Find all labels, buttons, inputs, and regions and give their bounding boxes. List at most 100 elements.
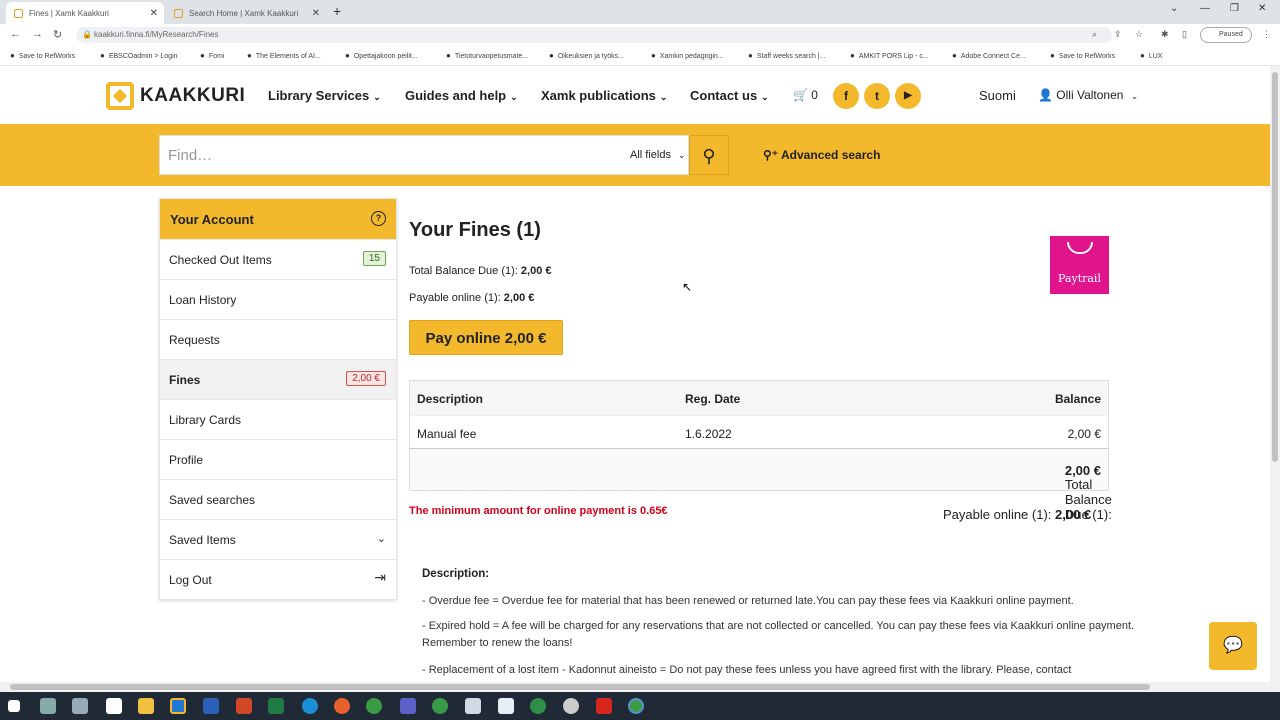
app-icon[interactable] xyxy=(530,698,546,714)
search-band: All fields ⌄ ⚲ ⚲⁺ Advanced search xyxy=(0,124,1270,186)
task-view-icon[interactable] xyxy=(72,698,88,714)
bookmark[interactable]: Tietoturvaopetusmate... xyxy=(446,51,528,60)
sidebar-item-log-out[interactable]: Log Out ⇥ xyxy=(160,559,396,599)
start-icon[interactable] xyxy=(8,700,20,712)
window-close-icon[interactable]: ✕ xyxy=(1258,3,1266,14)
search-button[interactable]: ⚲ xyxy=(689,135,729,175)
bookmark[interactable]: AMKIT PORS Lip - c... xyxy=(850,51,929,60)
sidebar-item-loan-history[interactable]: Loan History xyxy=(160,279,396,319)
user-name: Olli Valtonen xyxy=(1056,88,1124,102)
user-menu[interactable]: 👤 Olli Valtonen ⌄ xyxy=(1038,88,1138,102)
bookmark[interactable]: The Elements of AI... xyxy=(247,51,321,60)
account-sidebar: Your Account ? Checked Out Items 15 Loan… xyxy=(159,198,397,600)
profile-button[interactable]: Paused xyxy=(1200,27,1252,43)
acrobat-icon[interactable] xyxy=(596,698,612,714)
vertical-scrollbar[interactable] xyxy=(1270,66,1280,682)
pay-online-button[interactable]: Pay online 2,00 € xyxy=(409,320,563,355)
browser-tab-search[interactable]: Search Home | Xamk Kaakkuri ✕ xyxy=(166,2,326,24)
help-icon[interactable]: ? xyxy=(371,211,386,226)
payable-value: 2,00 € xyxy=(503,292,535,304)
side-panel-icon[interactable]: ▯ xyxy=(1182,29,1187,40)
language-switch[interactable]: Suomi xyxy=(979,88,1016,103)
bookmark[interactable]: Oikeuksien ja työks... xyxy=(549,51,624,60)
horizontal-scrollbar[interactable] xyxy=(0,682,1280,692)
bookmark[interactable]: Staff weeks search |... xyxy=(748,51,826,60)
chrome-icon[interactable] xyxy=(366,698,382,714)
scroll-thumb[interactable] xyxy=(10,684,1150,690)
sidebar-item-saved-searches[interactable]: Saved searches xyxy=(160,479,396,519)
nav-contact-us[interactable]: Contact us ⌄ xyxy=(690,88,769,103)
excel-icon[interactable] xyxy=(268,698,284,714)
twitter-icon[interactable]: t xyxy=(864,83,890,109)
new-tab-button[interactable]: + xyxy=(333,3,341,19)
search-field-select[interactable]: All fields ⌄ xyxy=(630,149,686,161)
word-icon[interactable] xyxy=(203,698,219,714)
sidebar-item-checked-out[interactable]: Checked Out Items 15 xyxy=(160,239,396,279)
bookmark[interactable]: Adobe Connect Ce... xyxy=(952,51,1026,60)
edge-icon[interactable] xyxy=(302,698,318,714)
app-icon[interactable] xyxy=(432,698,448,714)
chrome-icon[interactable] xyxy=(628,698,644,714)
bookmark[interactable]: Xamkin pedagogin... xyxy=(651,51,724,60)
favicon-icon xyxy=(14,8,23,18)
chevron-down-icon: ⌄ xyxy=(761,92,769,102)
facebook-icon[interactable]: f xyxy=(833,83,859,109)
bookmark[interactable]: Fomi xyxy=(200,51,225,60)
close-tab-icon[interactable]: ✕ xyxy=(150,8,158,19)
sidebar-item-saved-items[interactable]: Saved Items ⌄ xyxy=(160,519,396,559)
chat-button[interactable]: 💬 xyxy=(1209,622,1257,670)
search-icon[interactable] xyxy=(40,698,56,714)
sidebar-item-label: Saved searches xyxy=(169,493,256,507)
nav-library-services[interactable]: Library Services ⌄ xyxy=(268,88,381,103)
browser-tab-fines[interactable]: Fines | Xamk Kaakkuri ✕ xyxy=(6,2,164,24)
search-input[interactable] xyxy=(168,136,608,174)
sidebar-item-profile[interactable]: Profile xyxy=(160,439,396,479)
advanced-search-link[interactable]: ⚲⁺ Advanced search xyxy=(763,148,880,162)
app-icon[interactable] xyxy=(465,698,481,714)
bookmark-star-icon[interactable]: ☆ xyxy=(1135,29,1143,40)
bookmark[interactable]: LUX xyxy=(1140,51,1163,60)
sidebar-item-library-cards[interactable]: Library Cards xyxy=(160,399,396,439)
store-icon[interactable] xyxy=(106,698,122,714)
url-field[interactable]: 🔒 kaakkuri.finna.fi/MyResearch/Fines xyxy=(76,27,1112,43)
bookmark[interactable]: Save to RefWorks xyxy=(10,51,75,60)
teams-icon[interactable] xyxy=(400,698,416,714)
extensions-icon[interactable]: ✱ xyxy=(1161,29,1169,40)
bookmark[interactable]: EBSCOadmin > Login xyxy=(100,51,178,60)
firefox-icon[interactable] xyxy=(334,698,350,714)
user-icon: 👤 xyxy=(1038,88,1053,102)
security-icon[interactable] xyxy=(498,698,514,714)
sidebar-item-requests[interactable]: Requests xyxy=(160,319,396,359)
zoom-icon[interactable]: ⌕ xyxy=(1092,29,1097,40)
sidebar-item-fines[interactable]: Fines 2,00 € xyxy=(160,359,396,399)
menu-icon[interactable]: ⋮ xyxy=(1262,29,1271,40)
minimize-icon[interactable]: — xyxy=(1200,3,1210,14)
nav-guides-help[interactable]: Guides and help ⌄ xyxy=(405,88,518,103)
bookmark[interactable]: Opettajakoon peilit... xyxy=(345,51,418,60)
youtube-icon[interactable]: ▶ xyxy=(895,83,921,109)
fine-balance: 2,00 € xyxy=(1067,427,1101,441)
scroll-thumb[interactable] xyxy=(1272,72,1278,462)
tab-search-icon[interactable]: ⌄ xyxy=(1170,3,1178,14)
file-explorer-icon[interactable] xyxy=(138,698,154,714)
nav-xamk-publications[interactable]: Xamk publications ⌄ xyxy=(541,88,667,103)
close-tab-icon[interactable]: ✕ xyxy=(312,8,320,19)
chevron-down-icon: ⌄ xyxy=(376,533,386,545)
outlook-icon[interactable] xyxy=(170,698,186,714)
count-badge: 15 xyxy=(362,251,386,266)
powerpoint-icon[interactable] xyxy=(236,698,252,714)
site-logo[interactable]: KAAKKURI xyxy=(106,82,245,110)
forward-icon[interactable]: → xyxy=(32,28,43,40)
table-row: Manual fee 1.6.2022 2,00 € xyxy=(410,415,1108,448)
profile-label: Paused xyxy=(1219,31,1243,38)
back-icon[interactable]: ← xyxy=(10,28,21,40)
column-header: Reg. Date xyxy=(685,392,741,406)
cart-button[interactable]: 🛒 0 xyxy=(793,88,818,102)
settings-icon[interactable] xyxy=(563,698,579,714)
chevron-down-icon: ⌄ xyxy=(659,92,668,102)
bookmark[interactable]: Save to RefWorks xyxy=(1050,51,1115,60)
table-total: Total Balance Due (1): 2,00 € xyxy=(1065,463,1112,522)
restore-icon[interactable]: ❐ xyxy=(1230,3,1239,14)
share-icon[interactable]: ⇪ xyxy=(1114,29,1122,40)
reload-icon[interactable]: ↻ xyxy=(53,28,62,41)
